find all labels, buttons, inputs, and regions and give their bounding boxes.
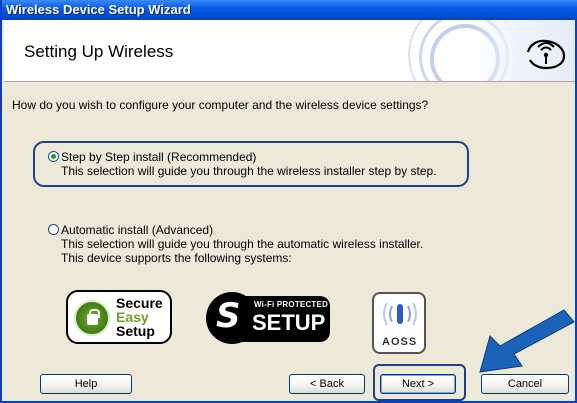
lock-icon bbox=[87, 309, 100, 325]
wifi-protected-setup-logo: S Wi-Fi PROTECTED SETUP bbox=[206, 290, 332, 346]
step-by-step-description: This selection will guide you through th… bbox=[61, 164, 437, 178]
ses-word-setup: Setup bbox=[116, 323, 155, 339]
wps-big-text: SETUP bbox=[252, 310, 326, 335]
step-by-step-radio[interactable] bbox=[48, 151, 59, 162]
automatic-label[interactable]: Automatic install (Advanced) bbox=[61, 223, 213, 237]
automatic-description: This selection will guide you through th… bbox=[61, 237, 424, 251]
setup-question: How do you wish to configure your comput… bbox=[12, 98, 429, 112]
title-bar: Wireless Device Setup Wizard bbox=[2, 0, 577, 20]
page-title: Setting Up Wireless bbox=[24, 42, 174, 61]
next-button[interactable]: Next > bbox=[380, 374, 456, 394]
automatic-radio[interactable] bbox=[48, 224, 59, 235]
secure-easy-setup-logo: Secure Easy Setup bbox=[66, 290, 172, 344]
pointer-arrow-icon bbox=[479, 309, 575, 373]
ses-word-easy: Easy bbox=[116, 309, 149, 325]
back-button[interactable]: < Back bbox=[289, 374, 365, 394]
ses-word-secure: Secure bbox=[116, 295, 163, 311]
aoss-waves-icon bbox=[383, 302, 417, 326]
step-by-step-label[interactable]: Step by Step install (Recommended) bbox=[61, 150, 256, 164]
wizard-window: Wireless Device Setup Wizard Setting Up … bbox=[0, 0, 577, 403]
help-button[interactable]: Help bbox=[40, 374, 132, 394]
header-banner: Setting Up Wireless bbox=[4, 20, 575, 82]
ses-text: Secure Easy Setup bbox=[116, 296, 163, 338]
wps-small-text: Wi-Fi PROTECTED bbox=[254, 300, 329, 309]
wireless-logo-icon bbox=[526, 39, 566, 70]
wps-s-icon: S bbox=[216, 296, 241, 336]
supported-systems-text: This device supports the following syste… bbox=[61, 251, 292, 265]
aoss-logo: AOSS bbox=[372, 292, 426, 354]
aoss-text: AOSS bbox=[382, 336, 418, 348]
